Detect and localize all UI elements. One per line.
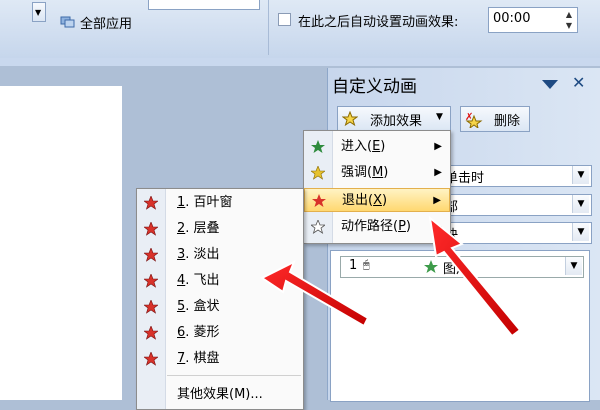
annotation-arrow-right xyxy=(428,215,522,338)
watermark-url: jingyan.baidu.com xyxy=(488,370,581,381)
annotation-arrows xyxy=(260,215,522,338)
watermark-brand: Baidu经验 xyxy=(468,348,562,369)
annotation-arrow-left xyxy=(260,259,370,328)
